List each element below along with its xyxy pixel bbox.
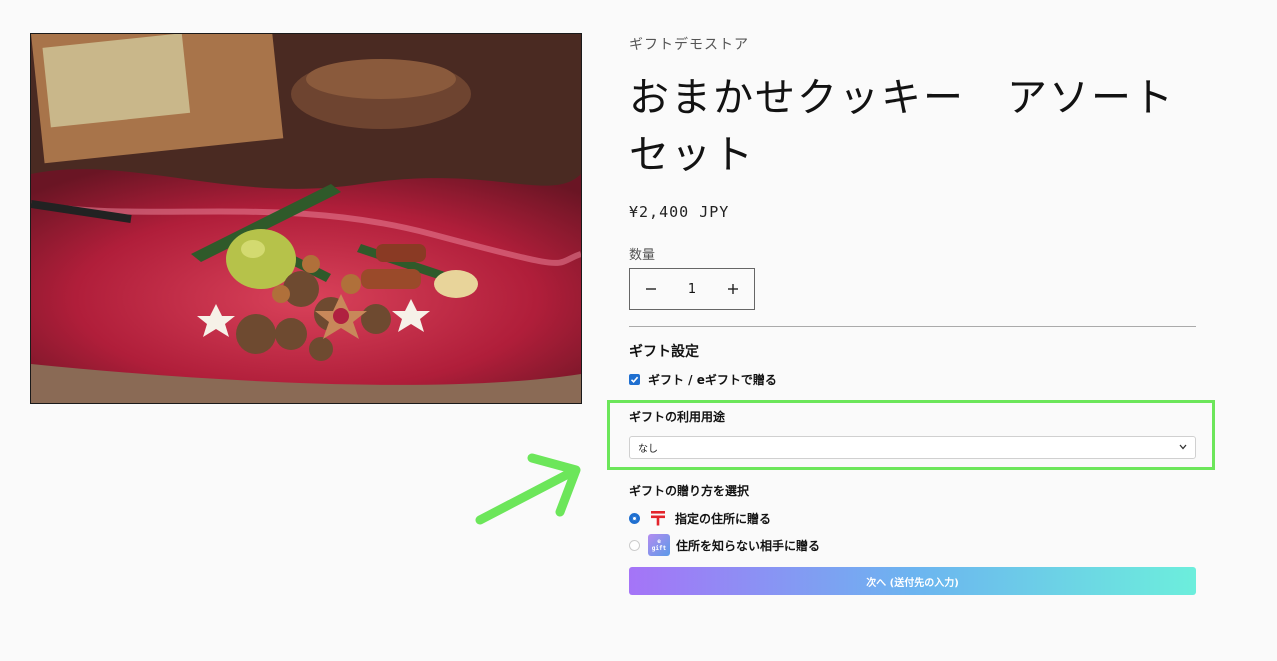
gift-checkbox-row[interactable]: ギフト / eギフトで贈る bbox=[629, 371, 777, 388]
gift-method-label: ギフトの贈り方を選択 bbox=[629, 484, 750, 498]
vendor-name: ギフトデモストア bbox=[629, 37, 749, 53]
gift-usage-label: ギフトの利用用途 bbox=[629, 410, 726, 424]
egift-icon: e gift bbox=[648, 534, 670, 556]
radio-address[interactable] bbox=[629, 512, 640, 524]
radio-egift[interactable] bbox=[629, 539, 640, 551]
postal-mark-icon bbox=[651, 511, 665, 526]
plus-icon bbox=[728, 283, 738, 294]
gift-usage-selected-value: なし bbox=[638, 444, 658, 455]
quantity-input[interactable]: 1 bbox=[672, 282, 712, 297]
quantity-increase-button[interactable] bbox=[712, 279, 754, 300]
next-button[interactable]: 次へ (送付先の入力) bbox=[629, 567, 1196, 595]
gift-usage-select[interactable]: なし bbox=[629, 436, 1196, 459]
pointer-arrow-icon bbox=[475, 453, 581, 525]
quantity-decrease-button[interactable] bbox=[630, 279, 672, 300]
gift-method-option-label: 指定の住所に贈る bbox=[675, 511, 772, 526]
gift-method-option-address[interactable]: 指定の住所に贈る bbox=[629, 508, 771, 528]
gift-checkbox-label: ギフト / eギフトで贈る bbox=[648, 373, 777, 387]
gift-checkbox[interactable] bbox=[629, 374, 640, 385]
quantity-stepper: 1 bbox=[629, 268, 755, 310]
product-title: おまかせクッキー アソートセット bbox=[629, 75, 1175, 178]
product-price: ¥2,400 JPY bbox=[629, 203, 730, 221]
product-image bbox=[30, 33, 582, 404]
checkmark-icon bbox=[630, 376, 639, 383]
gift-method-option-label: 住所を知らない相手に贈る bbox=[676, 538, 821, 553]
minus-icon bbox=[646, 287, 656, 290]
quantity-label: 数量 bbox=[629, 248, 656, 263]
gift-settings-heading: ギフト設定 bbox=[629, 344, 699, 360]
divider bbox=[629, 326, 1196, 327]
gift-method-option-egift[interactable]: e gift 住所を知らない相手に贈る bbox=[629, 534, 820, 556]
chevron-down-icon bbox=[1179, 442, 1187, 453]
